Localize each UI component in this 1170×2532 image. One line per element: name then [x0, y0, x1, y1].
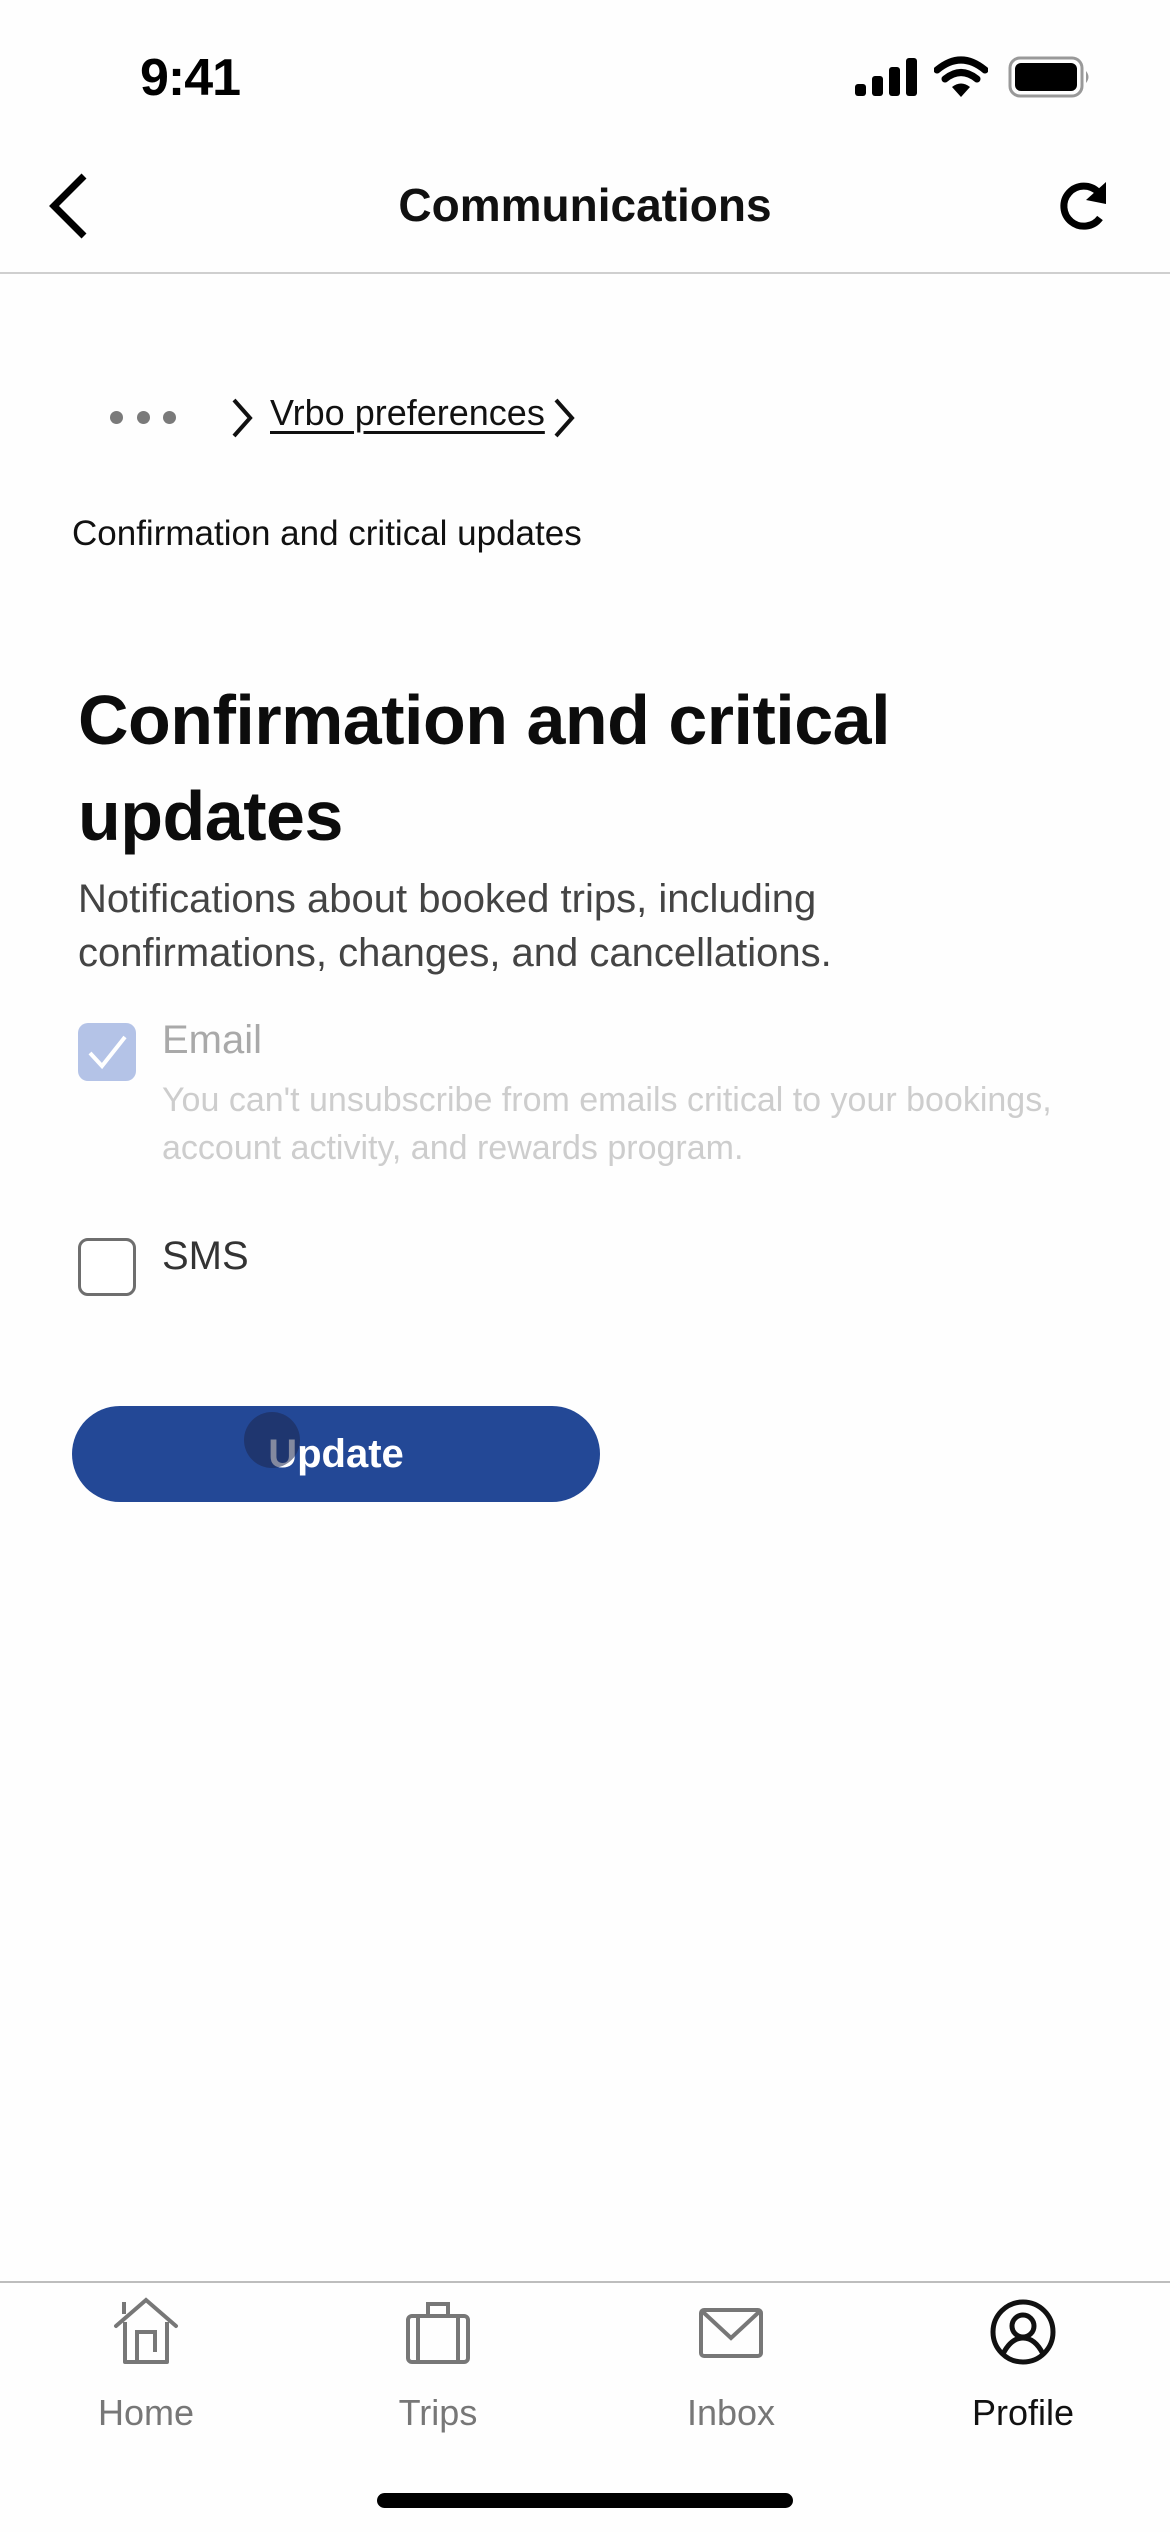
email-label: Email	[162, 1018, 263, 1062]
update-button[interactable]: Update	[72, 1406, 600, 1502]
tab-trips[interactable]: Trips	[318, 2290, 558, 2440]
tab-home[interactable]: Home	[26, 2290, 266, 2440]
home-indicator[interactable]	[377, 2493, 793, 2508]
wifi-icon	[934, 56, 988, 97]
email-helper-text: You can't unsubscribe from emails critic…	[162, 1081, 1052, 1167]
tab-trips-label: Trips	[398, 2392, 478, 2433]
checkmark-icon	[88, 1035, 127, 1070]
battery-icon	[1008, 56, 1089, 98]
refresh-button[interactable]	[1054, 178, 1116, 236]
breadcrumb-current: Confirmation and critical updates	[72, 514, 582, 553]
section-description: Notifications about booked trips, includ…	[78, 877, 832, 975]
profile-icon	[990, 2299, 1056, 2365]
envelope-icon	[699, 2308, 763, 2358]
header-divider	[0, 272, 1170, 274]
ellipsis-icon	[110, 410, 123, 424]
tab-profile-label: Profile	[971, 2392, 1075, 2433]
breadcrumb-more-button[interactable]	[110, 400, 176, 434]
tab-home-label: Home	[97, 2392, 195, 2433]
status-time: 9:41	[140, 49, 241, 107]
tab-profile[interactable]: Profile	[903, 2290, 1143, 2440]
tab-inbox[interactable]: Inbox	[611, 2290, 851, 2440]
chevron-right-icon	[554, 398, 575, 438]
suitcase-icon	[406, 2302, 470, 2364]
email-checkbox[interactable]	[78, 1023, 136, 1081]
cellular-signal-icon	[855, 58, 917, 96]
home-icon	[114, 2297, 178, 2364]
breadcrumb-vrbo-preferences-link[interactable]: Vrbo preferences	[270, 392, 545, 434]
page-title: Communications	[398, 179, 772, 231]
sms-checkbox[interactable]	[78, 1238, 136, 1296]
tab-inbox-label: Inbox	[686, 2392, 776, 2433]
chevron-right-icon	[232, 398, 253, 438]
sms-label: SMS	[162, 1234, 249, 1278]
tab-bar-divider	[0, 2281, 1170, 2283]
section-heading: Confirmation and critical updates	[78, 681, 891, 855]
